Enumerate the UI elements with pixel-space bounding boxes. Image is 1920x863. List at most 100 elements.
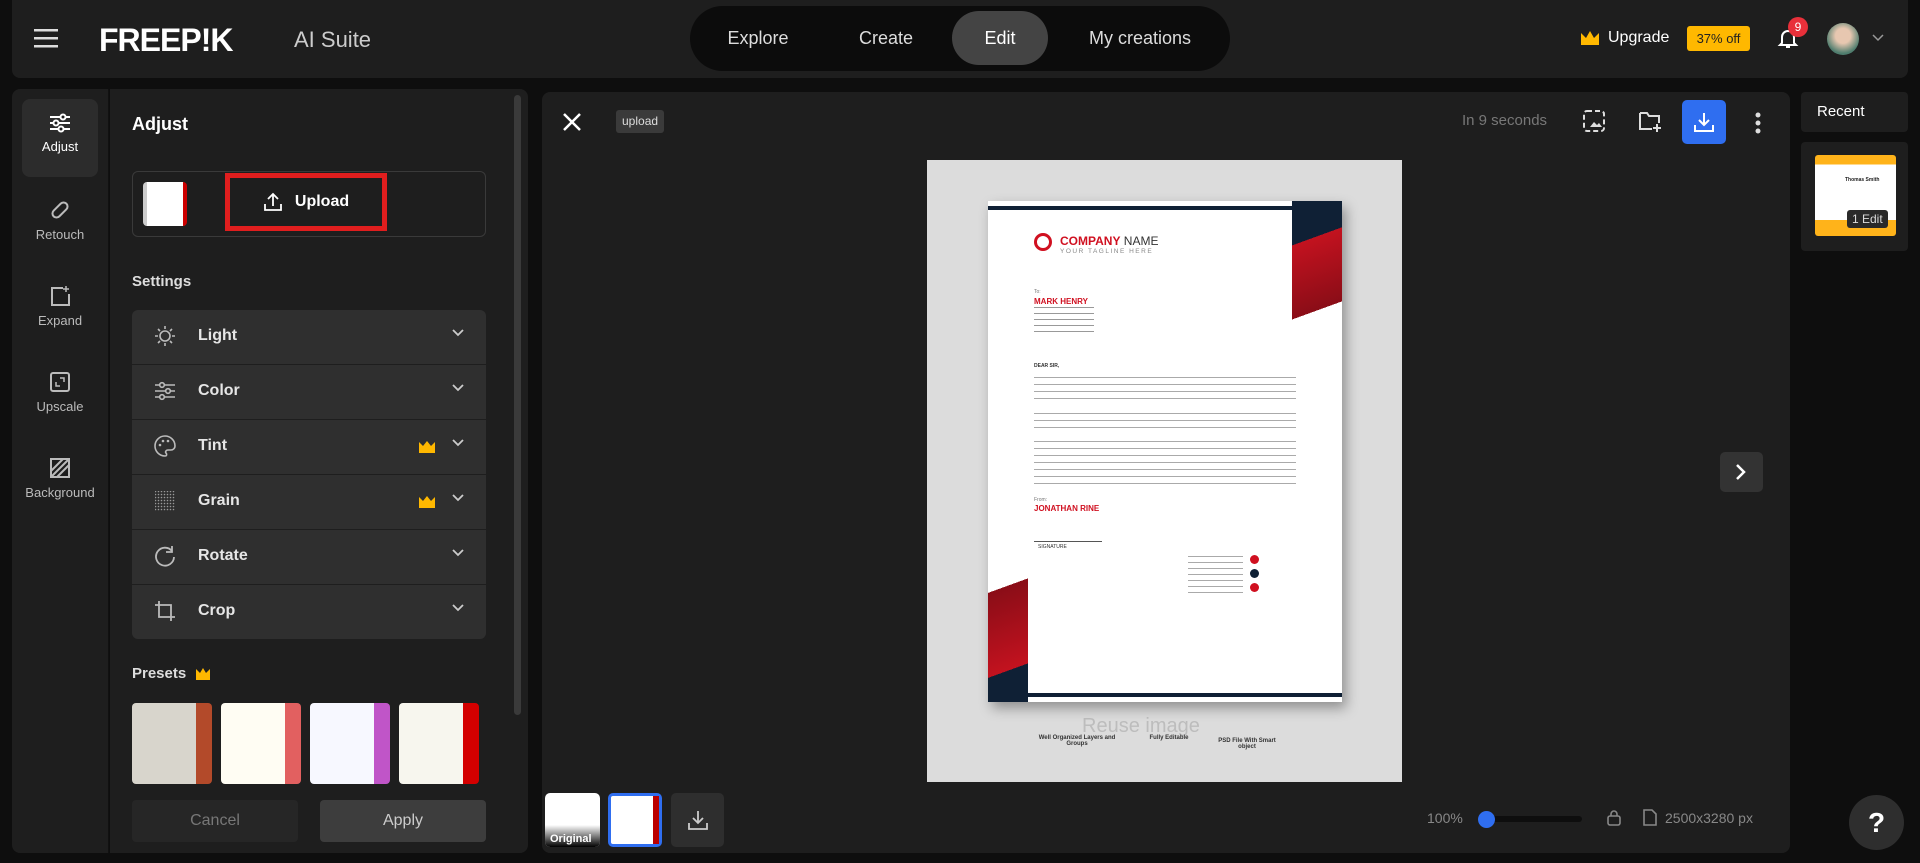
settings-row-rotate[interactable]: Rotate [132,530,486,584]
settings-label: Light [198,327,238,344]
preset-thumbnail[interactable] [399,703,479,784]
rail-label: Upscale [36,399,84,414]
letterhead-document: COMPANY NAME YOUR TAGLINE HERE To: MARK … [988,201,1342,702]
freepik-logo[interactable]: FREEP!K [99,22,233,59]
settings-row-crop[interactable]: Crop [132,585,486,639]
settings-label: Color [198,382,240,399]
web-icon [1250,569,1259,578]
help-button[interactable]: ? [1849,795,1904,850]
settings-row-light[interactable]: Light [132,310,486,364]
upload-label: Upload [294,193,350,210]
next-button[interactable] [1720,452,1763,492]
upload-tag: upload [616,110,665,133]
image-dimensions: 2500x3280 px [1665,810,1753,826]
preset-thumbnail[interactable] [132,703,212,784]
rail-item-background[interactable]: Background [22,443,98,521]
tab-create[interactable]: Create [836,11,936,65]
tagline: YOUR TAGLINE HERE [1060,248,1154,255]
company-name-rest: NAME [1120,234,1159,248]
recent-panel: Recent Thomas Smith 1 Edit [1801,92,1908,251]
rail-item-expand[interactable]: Expand [22,271,98,349]
preset-thumbnail[interactable] [221,703,301,784]
chevron-down-icon[interactable] [452,384,464,392]
cancel-button[interactable]: Cancel [132,800,298,842]
settings-heading: Settings [132,273,192,290]
settings-label: Grain [198,492,240,509]
zoom-slider[interactable] [1478,811,1582,828]
settings-label: Rotate [198,547,248,564]
crop-icon [154,600,176,622]
settings-row-color[interactable]: Color [132,365,486,419]
upload-button[interactable]: Upload [225,173,387,231]
chevron-down-icon[interactable] [452,329,464,337]
sliders-icon [154,380,176,402]
preset-list [132,703,479,784]
sun-icon [154,325,176,347]
hamburger-menu-icon[interactable] [34,28,58,48]
rail-item-adjust[interactable]: Adjust [22,99,98,177]
main-nav: Explore Create Edit My creations [690,6,1230,71]
download-button[interactable] [1682,100,1726,144]
scrollbar-thumb[interactable] [514,95,521,715]
discount-badge[interactable]: 37% off [1687,26,1750,51]
status-text: In 9 seconds [1462,112,1548,129]
more-options-icon[interactable] [1754,111,1762,135]
rail-label: Adjust [41,139,79,154]
tab-my-creations[interactable]: My creations [1070,11,1210,65]
crown-icon [418,440,436,454]
sender-name: JONATHAN RINE [1034,504,1100,513]
settings-label: Crop [198,602,236,619]
zoom-slider-handle[interactable] [1478,811,1495,828]
chevron-down-icon[interactable] [452,439,464,447]
rail-label: Expand [37,313,83,328]
avatar[interactable] [1827,23,1859,55]
palette-icon [154,435,176,457]
lock-icon[interactable] [1607,809,1621,826]
tab-edit[interactable]: Edit [952,11,1048,65]
adjust-panel: Adjust Upload Settings Light Color Tint … [110,89,528,853]
chevron-down-icon[interactable] [452,494,464,502]
settings-label: Tint [198,437,228,454]
rail-item-upscale[interactable]: Upscale [22,357,98,435]
notification-count: 9 [1788,17,1808,37]
chevron-down-icon[interactable] [1872,34,1884,42]
file-icon [1643,809,1657,826]
background-icon [50,458,70,478]
upload-icon [263,192,282,211]
settings-row-tint[interactable]: Tint [132,420,486,474]
upload-box: Upload [132,171,486,237]
close-icon[interactable] [562,112,582,132]
feature-label: PSD File With Smart object [1218,738,1276,750]
company-logo-icon [1034,233,1052,251]
download-thumbnail-button[interactable] [671,793,724,847]
original-thumbnail[interactable]: Original [545,793,600,847]
top-bar: FREEP!K AI Suite Explore Create Edit My … [12,0,1908,78]
edit-count-badge: 1 Edit [1847,210,1888,228]
upgrade-link[interactable]: Upgrade [1608,29,1669,47]
download-icon [1694,113,1714,132]
edited-thumbnail[interactable] [608,793,662,847]
chevron-down-icon[interactable] [452,549,464,557]
original-label: Original [550,833,592,845]
rail-label: Background [25,485,95,500]
tab-explore[interactable]: Explore [708,11,808,65]
settings-row-grain[interactable]: Grain [132,475,486,529]
from-label: From: [1034,497,1048,503]
apply-button[interactable]: Apply [320,800,486,842]
recent-card[interactable]: Thomas Smith 1 Edit [1801,142,1908,251]
preset-thumbnail[interactable] [310,703,390,784]
feature-label: Well Organized Layers and Groups [1038,735,1116,747]
panel-title: Adjust [132,114,188,134]
canvas-area: upload In 9 seconds COMPANY NAME YOUR TA… [542,92,1790,853]
zoom-level: 100% [1427,810,1463,826]
rail-item-retouch[interactable]: Retouch [22,185,98,263]
grain-icon [154,490,176,512]
chevron-right-icon [1736,464,1746,480]
crown-icon [195,667,211,681]
folder-add-icon[interactable] [1638,110,1662,132]
feature-label: Fully Editable [1149,735,1189,741]
expand-icon [51,286,70,306]
image-select-icon[interactable] [1583,110,1605,132]
chevron-down-icon[interactable] [452,604,464,612]
rotate-icon [154,545,176,567]
